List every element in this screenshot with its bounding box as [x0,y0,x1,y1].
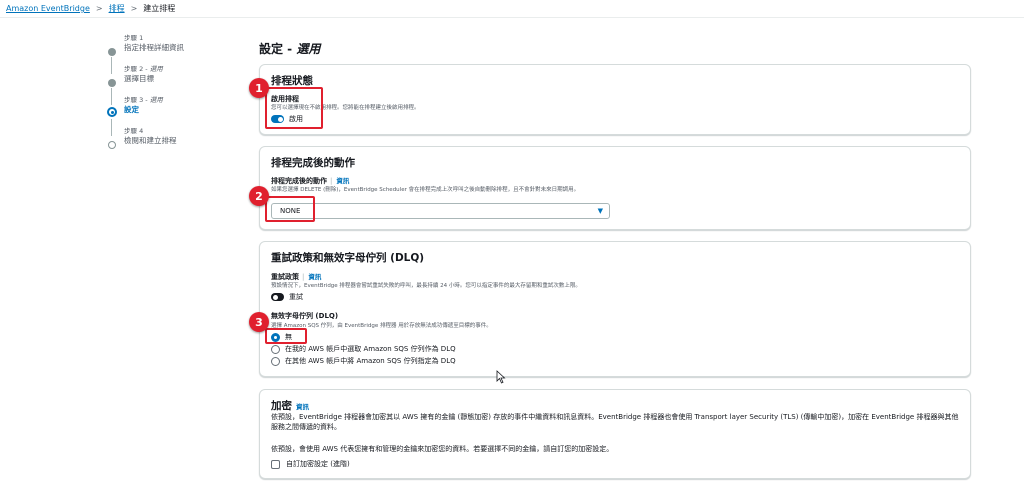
info-link[interactable]: 資訊 [296,403,309,411]
dlq-label: 無效字母佇列 (DLQ) [271,312,339,320]
step-title: 指定排程詳細資訊 [124,43,184,52]
breadcrumb-eventbridge-link[interactable]: Amazon EventBridge [6,4,90,13]
annotation-highlight-2 [265,196,315,222]
step-optional: 選用 [149,65,163,73]
step-optional: 選用 [149,96,163,104]
wizard-step-4: 步驟 4 檢閱和建立排程 [108,127,238,158]
schedule-state-panel: 排程狀態 啟用排程 您可以選擇現在不啟用排程。您將能在排程建立後啟用排程。 啟用 [259,64,971,135]
retry-toggle-label: 重試 [289,293,303,301]
retry-policy-description: 預設情況下，EventBridge 排程器會嘗試重試失敗的呼叫，最長持續 24 … [271,283,581,289]
dlq-option-label: 在其他 AWS 帳戶中將 Amazon SQS 佇列指定為 DLQ [285,357,456,365]
retry-dlq-heading: 重試政策和無效字母佇列 (DLQ) [271,252,425,264]
retry-dlq-panel: 重試政策和無效字母佇列 (DLQ) 重試政策 | 資訊 預設情況下，EventBri… [259,241,971,377]
wizard-step-1[interactable]: 步驟 1 指定排程詳細資訊 [108,34,238,74]
mouse-cursor-icon [496,370,506,384]
encryption-panel: 加密 資訊 依預設，EventBridge 排程器會加密其以 AWS 擁有的金鑰 … [259,389,971,479]
completion-action-select[interactable]: NONE ▼ [271,203,610,219]
chevron-right-icon: > [95,4,103,13]
wizard-steps: 步驟 1 指定排程詳細資訊 步驟 2 - 選用 選擇目標 步驟 3 - 選用 設… [107,34,238,158]
info-link[interactable]: 資訊 [308,273,321,281]
step-number: 步驟 3 - 選用 [124,96,238,105]
annotation-badge-3: 3 [249,312,269,332]
wizard-step-3[interactable]: 步驟 3 - 選用 設定 [107,96,238,136]
step-current-icon [107,107,117,117]
step-number: 步驟 2 - 選用 [124,65,238,74]
annotation-highlight-1 [265,87,323,129]
page-title-text: 設定 - [259,42,297,56]
annotation-badge-2: 2 [249,186,269,206]
page-title-optional: 選用 [296,42,321,56]
dlq-option-my-account[interactable]: 在我的 AWS 帳戶中選取 Amazon SQS 佇列作為 DLQ [271,344,456,354]
step-number-text: 步驟 3 - [124,96,150,104]
step-title: 設定 [124,105,139,114]
step-number: 步驟 4 [124,127,144,135]
breadcrumb-schedules-link[interactable]: 排程 [109,3,125,14]
dlq-option-label: 在我的 AWS 帳戶中選取 Amazon SQS 佇列作為 DLQ [285,345,456,353]
wizard-step-2[interactable]: 步驟 2 - 選用 選擇目標 [108,65,238,105]
step-title: 檢閱和建立排程 [124,136,177,145]
retry-policy-label-text: 重試政策 [271,273,299,281]
radio-button[interactable] [271,344,280,354]
annotation-highlight-3 [265,328,307,344]
step-title: 選擇目標 [124,74,154,83]
annotation-badge-1: 1 [249,78,269,98]
breadcrumb: Amazon EventBridge > 排程 > 建立排程 [0,0,1024,18]
step-number-text: 步驟 2 - [124,65,150,73]
encryption-paragraph-1: 依預設，EventBridge 排程器會加密其以 AWS 擁有的金鑰 (靜態加密… [271,413,959,431]
dlq-option-other-account[interactable]: 在其他 AWS 帳戶中將 Amazon SQS 佇列指定為 DLQ [271,356,456,366]
toggle-switch[interactable] [271,293,284,301]
chevron-right-icon: > [130,4,138,13]
encryption-heading-text: 加密 [271,400,292,412]
step-dot-icon [108,79,116,87]
retry-toggle[interactable]: 重試 [271,292,303,302]
schedule-state-heading: 排程狀態 [271,75,313,87]
radio-button[interactable] [271,356,280,366]
step-dot-icon [108,48,116,56]
encryption-heading: 加密 資訊 [271,398,309,413]
completion-action-description: 如果您選擇 DELETE (刪除)，EventBridge Scheduler … [271,187,580,193]
info-link[interactable]: 資訊 [336,177,349,185]
completion-action-label-text: 排程完成後的動作 [271,177,327,185]
breadcrumb-current: 建立排程 [143,4,176,13]
custom-encryption-label: 自訂加密設定 (進階) [286,460,350,468]
completion-action-panel: 排程完成後的動作 排程完成後的動作 | 資訊 如果您選擇 DELETE (刪除)，E… [259,146,971,230]
completion-action-heading: 排程完成後的動作 [271,157,355,169]
encryption-paragraph-2: 依預設，會使用 AWS 代表您擁有和管理的金鑰來加密您的資料。若要選擇不同的金鑰… [271,445,614,453]
step-number: 步驟 1 [124,34,144,42]
page-title: 設定 - 選用 [259,40,320,57]
step-dot-icon [108,141,116,149]
caret-down-icon: ▼ [597,207,603,215]
checkbox[interactable] [271,459,280,469]
custom-encryption-checkbox[interactable]: 自訂加密設定 (進階) [271,459,350,469]
